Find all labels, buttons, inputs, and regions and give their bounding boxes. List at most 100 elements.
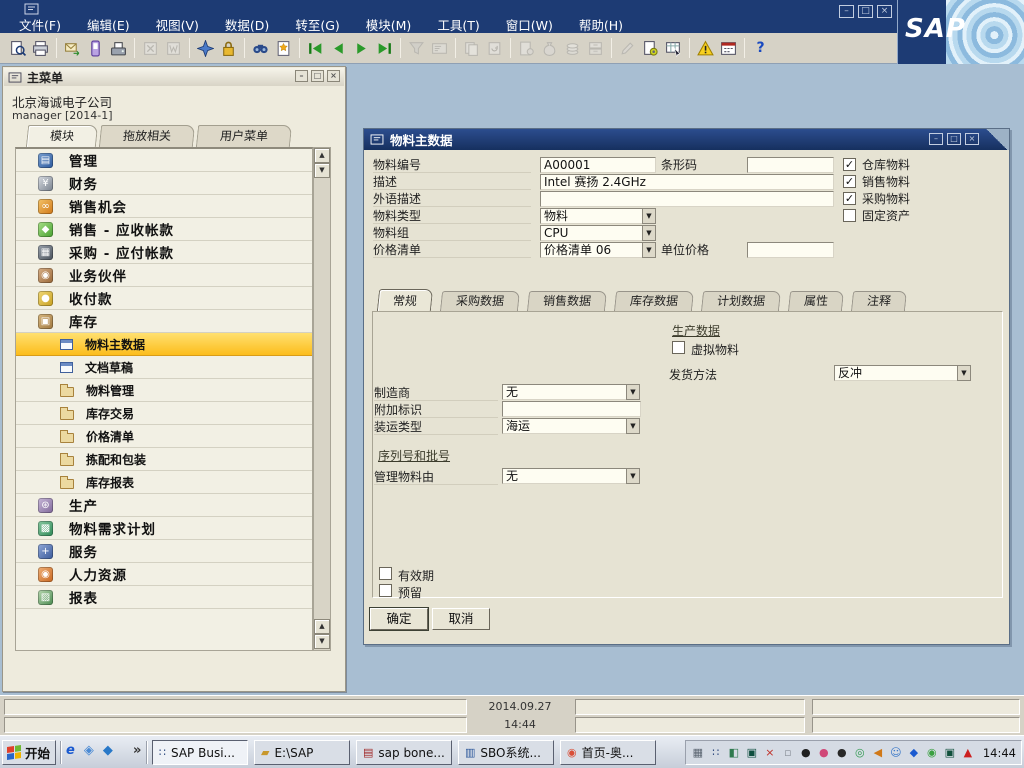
sidebar-item[interactable]: 库存交易 — [16, 402, 312, 425]
taskbar-button[interactable]: ▥ SBO系统... — [458, 740, 554, 765]
maximize-icon[interactable]: □ — [947, 133, 961, 145]
query-generator-icon[interactable] — [662, 37, 685, 60]
valid-checkbox[interactable] — [379, 567, 392, 580]
help-icon[interactable]: ? — [749, 37, 772, 60]
tray-icon[interactable]: ▣ — [745, 746, 759, 759]
phantom-item-checkbox[interactable] — [672, 341, 685, 354]
sidebar-item[interactable]: + 服务 — [16, 540, 312, 563]
tray-icon[interactable]: ∷ — [709, 746, 723, 759]
serial-batch-link[interactable]: 序列号和批号 — [378, 447, 450, 464]
checkbox[interactable] — [843, 209, 856, 222]
chevron-down-icon[interactable]: ▼ — [626, 418, 640, 434]
sidebar-item[interactable]: ¥ 财务 — [16, 172, 312, 195]
reserved-checkbox[interactable] — [379, 584, 392, 597]
start-button[interactable]: 开始 — [2, 740, 56, 765]
tray-icon[interactable]: ● — [835, 746, 849, 759]
sidebar-tab[interactable]: 模块 — [26, 125, 98, 147]
sidebar-item[interactable]: 物料主数据 — [16, 333, 312, 356]
alerts-icon[interactable] — [694, 37, 717, 60]
tray-icon[interactable]: ● — [817, 746, 831, 759]
sidebar-item[interactable]: 文档草稿 — [16, 356, 312, 379]
lock-screen-icon[interactable] — [217, 37, 240, 60]
scroll-up-icon[interactable]: ▲ — [314, 148, 330, 163]
sidebar-item[interactable]: ● 收付款 — [16, 287, 312, 310]
item-group-dropdown[interactable]: CPU ▼ — [540, 225, 656, 241]
sidebar-item[interactable]: ▣ 库存 — [16, 310, 312, 333]
barcode-input[interactable] — [747, 157, 834, 173]
manufacturer-dropdown[interactable]: 无 ▼ — [502, 384, 640, 400]
find-icon[interactable] — [249, 37, 272, 60]
chevron-down-icon[interactable]: ▼ — [626, 468, 640, 484]
issue-method-dropdown[interactable]: 反冲 ▼ — [834, 365, 971, 381]
sidebar-item[interactable]: 物料管理 — [16, 379, 312, 402]
scroll-up-icon[interactable]: ▲ — [314, 619, 330, 634]
sms-icon[interactable] — [84, 37, 107, 60]
tray-icon[interactable]: × — [763, 746, 777, 759]
sidebar-item[interactable]: ◉ 业务伙伴 — [16, 264, 312, 287]
dialog-tab[interactable]: 采购数据 — [440, 291, 520, 311]
next-record-icon[interactable] — [350, 37, 373, 60]
close-icon[interactable]: × — [965, 133, 979, 145]
chevron-down-icon[interactable]: ▼ — [642, 242, 656, 258]
sidebar-tab[interactable]: 用户菜单 — [196, 125, 292, 147]
sidebar-item[interactable]: ∞ 销售机会 — [16, 195, 312, 218]
item-group-value[interactable]: CPU — [540, 225, 642, 241]
sidebar-item[interactable]: ▦ 采购 - 应付帐款 — [16, 241, 312, 264]
export-excel-icon[interactable] — [139, 37, 162, 60]
dialog-titlebar[interactable]: 物料主数据 — [364, 129, 1009, 150]
maximize-icon[interactable]: □ — [311, 70, 324, 82]
issue-method-value[interactable]: 反冲 — [834, 365, 957, 381]
add-record-icon[interactable] — [272, 37, 295, 60]
dialog-tab[interactable]: 库存数据 — [614, 291, 694, 311]
additional-id-input[interactable] — [502, 401, 641, 417]
dialog-tab[interactable]: 销售数据 — [527, 291, 607, 311]
item-type-dropdown[interactable]: 物料 ▼ — [540, 208, 656, 224]
checkbox-row[interactable]: ✓ 销售物料 — [843, 173, 910, 190]
item-type-value[interactable]: 物料 — [540, 208, 642, 224]
taskbar-button[interactable]: ◉ 首页-奥... — [560, 740, 656, 765]
tray-icon[interactable]: ▦ — [691, 746, 705, 759]
form-settings-icon[interactable] — [639, 37, 662, 60]
chevron-down-icon[interactable]: ▼ — [642, 225, 656, 241]
scroll-down-icon[interactable]: ▼ — [314, 163, 330, 178]
fax-icon[interactable] — [107, 37, 130, 60]
ok-button[interactable]: 确定 — [370, 608, 428, 630]
taskbar-button[interactable]: ▰ E:\SAP — [254, 740, 350, 765]
description-input[interactable]: Intel 赛扬 2.4GHz — [540, 174, 834, 190]
sidebar-item[interactable]: ▩ 物料需求计划 — [16, 517, 312, 540]
checkbox-row[interactable]: 固定资产 — [843, 207, 910, 224]
print-icon[interactable] — [29, 37, 52, 60]
filter-icon[interactable] — [405, 37, 428, 60]
chevron-down-icon[interactable]: ▼ — [626, 384, 640, 400]
taskbar-button[interactable]: ▤ sap bone... — [356, 740, 452, 765]
quick-launch-icon[interactable]: ◈ — [84, 743, 94, 758]
sort-icon[interactable] — [428, 37, 451, 60]
sidebar-item[interactable]: ▨ 报表 — [16, 586, 312, 609]
tray-icon[interactable]: ▲ — [961, 746, 975, 759]
unit-price-input[interactable] — [747, 242, 834, 258]
sidebar-item[interactable]: 库存报表 — [16, 471, 312, 494]
archive-icon[interactable] — [584, 37, 607, 60]
sidebar-item[interactable]: ◆ 销售 - 应收帐款 — [16, 218, 312, 241]
sidebar-item[interactable]: ⊛ 生产 — [16, 494, 312, 517]
module-list-scrollbar[interactable]: ▲ ▼ ▲ ▼ — [313, 147, 331, 651]
close-icon[interactable]: × — [327, 70, 340, 82]
send-message-icon[interactable] — [61, 37, 84, 60]
tray-icon[interactable]: ● — [799, 746, 813, 759]
print-preview-icon[interactable] — [6, 37, 29, 60]
export-word-icon[interactable] — [162, 37, 185, 60]
calendar-icon[interactable] — [717, 37, 740, 60]
tray-icon[interactable]: ▫ — [781, 746, 795, 759]
minimize-icon[interactable]: – — [929, 133, 943, 145]
checkbox[interactable]: ✓ — [843, 175, 856, 188]
first-record-icon[interactable] — [304, 37, 327, 60]
scroll-down-icon[interactable]: ▼ — [314, 634, 330, 649]
quick-launch-icon[interactable]: e — [66, 743, 75, 758]
minimize-icon[interactable]: – — [295, 70, 308, 82]
chevron-down-icon[interactable]: ▼ — [957, 365, 971, 381]
foreign-desc-input[interactable] — [540, 191, 834, 207]
shipping-type-value[interactable]: 海运 — [502, 418, 626, 434]
sidebar-tab[interactable]: 拖放相关 — [99, 125, 195, 147]
production-data-link[interactable]: 生产数据 — [672, 322, 720, 339]
payment-means-icon[interactable] — [515, 37, 538, 60]
